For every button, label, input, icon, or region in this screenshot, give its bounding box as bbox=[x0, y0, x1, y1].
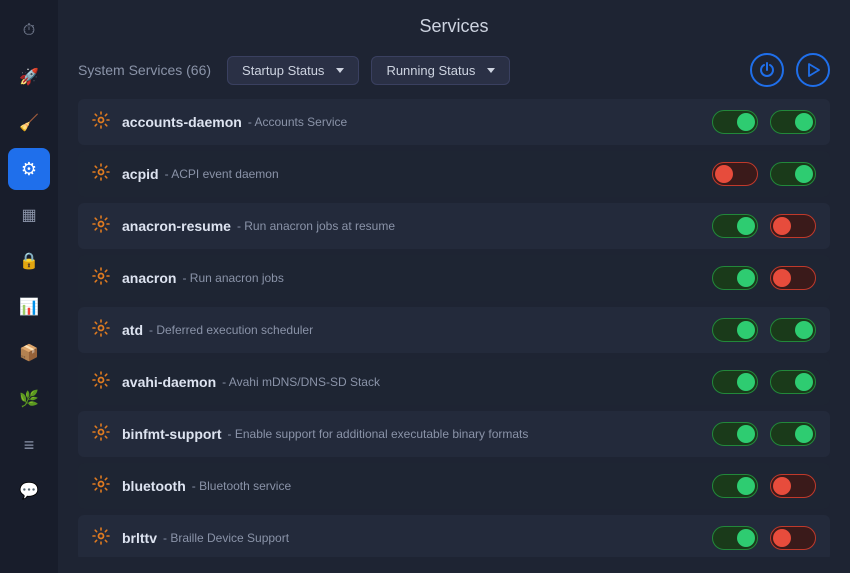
running-toggle[interactable] bbox=[770, 526, 816, 550]
gear-icon bbox=[92, 267, 110, 290]
sidebar-item-chart[interactable]: 📊 bbox=[8, 286, 50, 328]
service-name: atd bbox=[122, 322, 143, 338]
table-row: acpid - ACPI event daemon bbox=[78, 151, 830, 197]
table-row: anacron - Run anacron jobs bbox=[78, 255, 830, 301]
startup-toggle[interactable] bbox=[712, 370, 758, 394]
service-name: anacron bbox=[122, 270, 176, 286]
gear-icon bbox=[92, 527, 110, 550]
service-name: bluetooth bbox=[122, 478, 186, 494]
gear-icon bbox=[92, 319, 110, 342]
system-services-label: System Services (66) bbox=[78, 62, 211, 78]
running-toggle[interactable] bbox=[770, 474, 816, 498]
startup-toggle[interactable] bbox=[712, 214, 758, 238]
sidebar-item-package[interactable]: 📦 bbox=[8, 332, 50, 374]
service-desc: - Avahi mDNS/DNS-SD Stack bbox=[222, 375, 380, 389]
sidebar-item-cinnamon[interactable]: 🌿 bbox=[8, 378, 50, 420]
service-desc: - Run anacron jobs at resume bbox=[237, 219, 395, 233]
sidebar-item-security[interactable]: 🔒 bbox=[8, 240, 50, 282]
running-toggle[interactable] bbox=[770, 318, 816, 342]
running-toggle[interactable] bbox=[770, 422, 816, 446]
table-row: anacron-resume - Run anacron jobs at res… bbox=[78, 203, 830, 249]
service-desc: - Enable support for additional executab… bbox=[228, 427, 529, 441]
service-desc: - ACPI event daemon bbox=[165, 167, 279, 181]
startup-toggle[interactable] bbox=[712, 318, 758, 342]
service-desc: - Deferred execution scheduler bbox=[149, 323, 313, 337]
service-name: accounts-daemon bbox=[122, 114, 242, 130]
toolbar: System Services (66) Startup Status Runn… bbox=[78, 53, 830, 87]
service-toggles bbox=[712, 110, 816, 134]
sidebar-item-tools[interactable]: 🧹 bbox=[8, 102, 50, 144]
running-toggle[interactable] bbox=[770, 370, 816, 394]
table-row: accounts-daemon - Accounts Service bbox=[78, 99, 830, 145]
chevron-down-icon bbox=[336, 68, 344, 73]
sidebar-item-chat[interactable]: 💬 bbox=[8, 470, 50, 512]
running-status-dropdown[interactable]: Running Status bbox=[371, 56, 510, 85]
running-toggle[interactable] bbox=[770, 110, 816, 134]
table-row: bluetooth - Bluetooth service bbox=[78, 463, 830, 509]
service-desc: - Run anacron jobs bbox=[182, 271, 283, 285]
service-name: acpid bbox=[122, 166, 159, 182]
service-toggles bbox=[712, 266, 816, 290]
chevron-down-icon bbox=[487, 68, 495, 73]
startup-toggle[interactable] bbox=[712, 526, 758, 550]
running-toggle[interactable] bbox=[770, 162, 816, 186]
service-name: brlttv bbox=[122, 530, 157, 546]
service-desc: - Braille Device Support bbox=[163, 531, 289, 545]
sidebar: ⏱ 🚀 🧹 ⚙ ▦ 🔒 📊 📦 🌿 ≡ 💬 bbox=[0, 0, 58, 573]
table-row: brlttv - Braille Device Support bbox=[78, 515, 830, 557]
main-content: Services System Services (66) Startup St… bbox=[58, 0, 850, 573]
startup-toggle[interactable] bbox=[712, 474, 758, 498]
service-toggles bbox=[712, 474, 816, 498]
play-button[interactable] bbox=[796, 53, 830, 87]
sidebar-item-layers[interactable]: ▦ bbox=[8, 194, 50, 236]
gear-icon bbox=[92, 371, 110, 394]
startup-toggle[interactable] bbox=[712, 266, 758, 290]
power-button[interactable] bbox=[750, 53, 784, 87]
sidebar-item-rocket[interactable]: 🚀 bbox=[8, 56, 50, 98]
service-toggles bbox=[712, 422, 816, 446]
service-toggles bbox=[712, 526, 816, 550]
service-name: anacron-resume bbox=[122, 218, 231, 234]
startup-toggle[interactable] bbox=[712, 162, 758, 186]
startup-status-dropdown[interactable]: Startup Status bbox=[227, 56, 359, 85]
service-desc: - Accounts Service bbox=[248, 115, 347, 129]
service-desc: - Bluetooth service bbox=[192, 479, 291, 493]
service-toggles bbox=[712, 162, 816, 186]
sidebar-item-dashboard[interactable]: ⏱ bbox=[8, 10, 50, 52]
service-toggles bbox=[712, 318, 816, 342]
table-row: binfmt-support - Enable support for addi… bbox=[78, 411, 830, 457]
sidebar-item-settings[interactable]: ⚙ bbox=[8, 148, 50, 190]
gear-icon bbox=[92, 423, 110, 446]
gear-icon bbox=[92, 111, 110, 134]
page-title: Services bbox=[78, 16, 830, 37]
gear-icon bbox=[92, 163, 110, 186]
service-name: avahi-daemon bbox=[122, 374, 216, 390]
service-name: binfmt-support bbox=[122, 426, 222, 442]
service-toggles bbox=[712, 370, 816, 394]
running-toggle[interactable] bbox=[770, 266, 816, 290]
table-row: avahi-daemon - Avahi mDNS/DNS-SD Stack bbox=[78, 359, 830, 405]
gear-icon bbox=[92, 215, 110, 238]
table-row: atd - Deferred execution scheduler bbox=[78, 307, 830, 353]
running-toggle[interactable] bbox=[770, 214, 816, 238]
startup-toggle[interactable] bbox=[712, 110, 758, 134]
gear-icon bbox=[92, 475, 110, 498]
services-table: accounts-daemon - Accounts Service acpid… bbox=[78, 99, 830, 557]
sidebar-item-sliders[interactable]: ≡ bbox=[8, 424, 50, 466]
startup-toggle[interactable] bbox=[712, 422, 758, 446]
service-toggles bbox=[712, 214, 816, 238]
